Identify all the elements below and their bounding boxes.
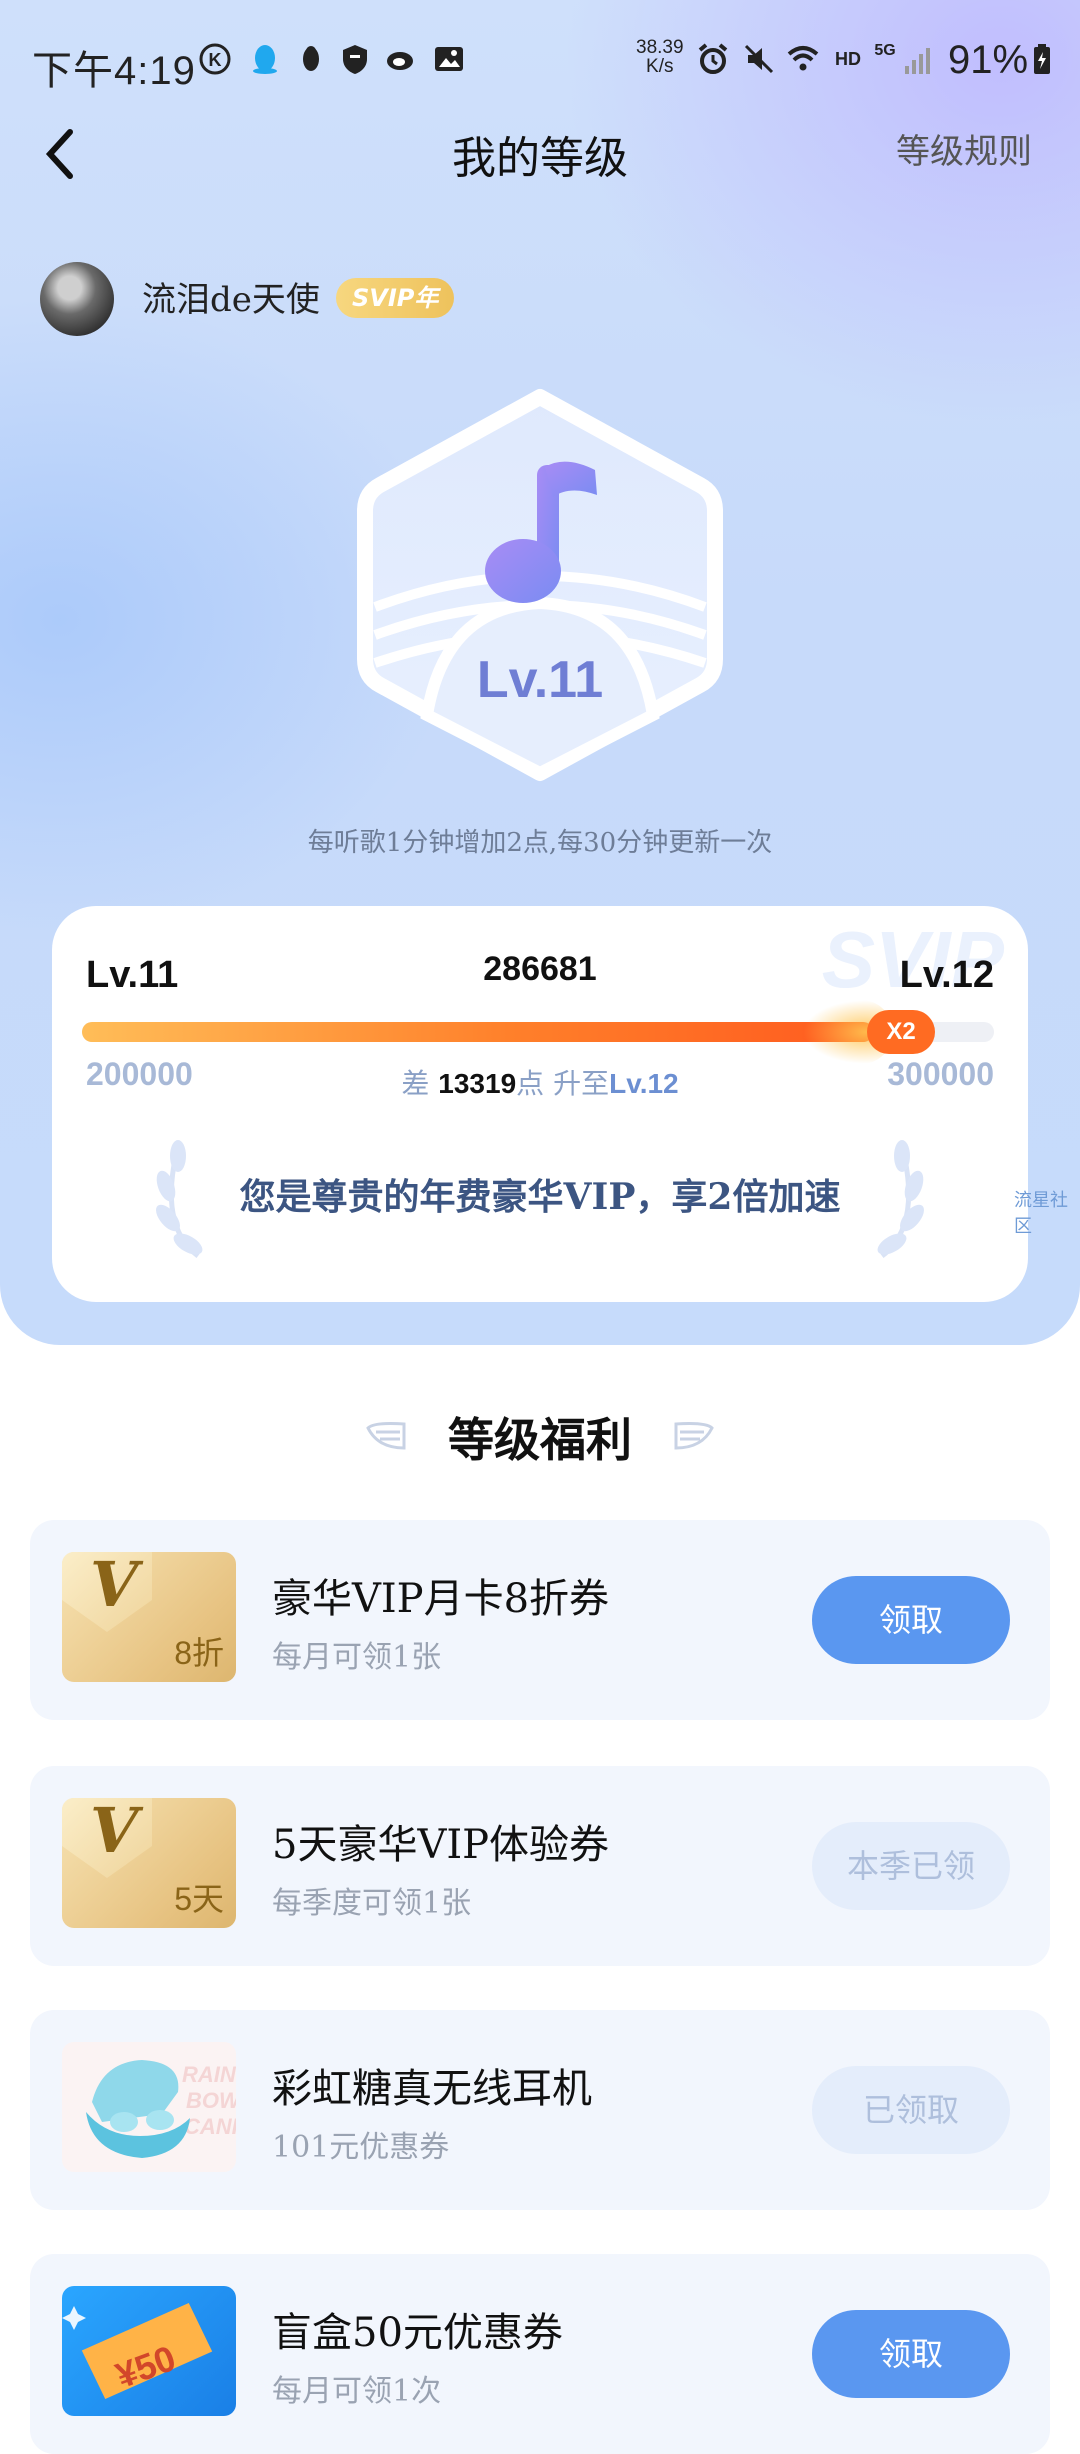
benefit-name: 彩虹糖真无线耳机 [272, 2066, 592, 2112]
next-level-label: Lv.12 [899, 954, 994, 996]
claim-button[interactable]: 领取 [812, 1576, 1010, 1664]
vip-coupon-thumbnail: V 8折 [62, 1552, 236, 1682]
claimed-season-button[interactable]: 本季已领 [812, 1822, 1010, 1910]
benefit-item-vip-trial: V 5天 5天豪华VIP体验券 每季度可领1张 本季已领 [30, 1766, 1050, 1966]
benefit-item-earbuds: RAIN BOW CANI 彩虹糖真无线耳机 101元优惠券 已领取 [30, 2010, 1050, 2210]
benefit-desc: 每月可领1张 [272, 1640, 442, 1675]
battery-level: 91% [948, 38, 1029, 82]
svg-text:BOW: BOW [186, 2088, 236, 2113]
claimed-button[interactable]: 已领取 [812, 2066, 1010, 2154]
svg-text:RAIN: RAIN [182, 2062, 236, 2087]
claim-button[interactable]: 领取 [812, 2310, 1010, 2398]
qq-icon [248, 42, 282, 76]
benefit-item-blind-box: ¥50 盲盒50元优惠券 每月可领1次 领取 [30, 2254, 1050, 2454]
multiplier-badge: X2 [867, 1010, 935, 1054]
progress-fill [82, 1022, 873, 1042]
alarm-icon [696, 42, 730, 76]
progress-card: SVIP Lv.11 286681 Lv.12 X2 200000 差 1331… [52, 906, 1028, 1302]
weibo-icon [384, 42, 418, 76]
avatar[interactable] [40, 262, 114, 336]
benefit-name: 盲盒50元优惠券 [272, 2310, 563, 2356]
side-watermark: 流星社区 [1014, 1190, 1068, 1237]
level-max-points: 300000 [887, 1056, 994, 1092]
laurel-right-icon [877, 1140, 924, 1258]
benefit-desc: 每月可领1次 [272, 2374, 442, 2409]
benefits-title: 等级福利 [448, 1413, 632, 1467]
svg-text:CANI: CANI [184, 2114, 236, 2139]
benefit-desc: 101元优惠券 [272, 2130, 450, 2165]
points-gap: 差 13319点 升至Lv.12 [401, 1067, 679, 1100]
current-points: 286681 [483, 950, 597, 988]
status-time: 下午4:19 [32, 49, 196, 93]
vip-trial-thumbnail: V 5天 [62, 1798, 236, 1928]
svip-badge: SVIP年 [336, 278, 455, 318]
k-app-icon: K [198, 42, 232, 76]
level-rules-link[interactable]: 等级规则 [896, 124, 1032, 173]
earbuds-thumbnail: RAIN BOW CANI [62, 2042, 236, 2172]
wifi-icon [786, 42, 820, 76]
benefit-name: 豪华VIP月卡8折券 [272, 1576, 610, 1622]
benefit-desc: 每季度可领1张 [272, 1886, 472, 1921]
progress-track: X2 [82, 1000, 994, 1064]
battery-icon [1028, 42, 1062, 76]
level-emblem [357, 389, 723, 781]
level-hint: 每听歌1分钟增加2点,每30分钟更新一次 [307, 828, 773, 858]
benefit-name: 5天豪华VIP体验券 [272, 1822, 610, 1868]
net-speed: 38.39 K/s [636, 37, 684, 77]
wing-right-icon [674, 1422, 714, 1450]
hd-label: HD [835, 49, 861, 69]
username: 流泪de天使 [142, 280, 320, 320]
signal-type: 5G [874, 42, 896, 59]
image-icon [432, 42, 466, 76]
mute-icon [742, 42, 776, 76]
gap-value: 13319 [438, 1068, 517, 1099]
current-level: Lv.11 [476, 651, 604, 709]
blind-box-coupon-thumbnail: ¥50 [62, 2286, 236, 2416]
status-bar: 下午4:19 K 38.39 K/s HD 5G 91% [0, 30, 1080, 94]
penguin-icon [294, 42, 328, 76]
signal-bars-icon [902, 42, 936, 76]
benefit-item-vip-discount: V 8折 豪华VIP月卡8折券 每月可领1张 领取 [30, 1520, 1050, 1720]
svg-text:K: K [209, 50, 222, 70]
shield-icon [338, 42, 372, 76]
